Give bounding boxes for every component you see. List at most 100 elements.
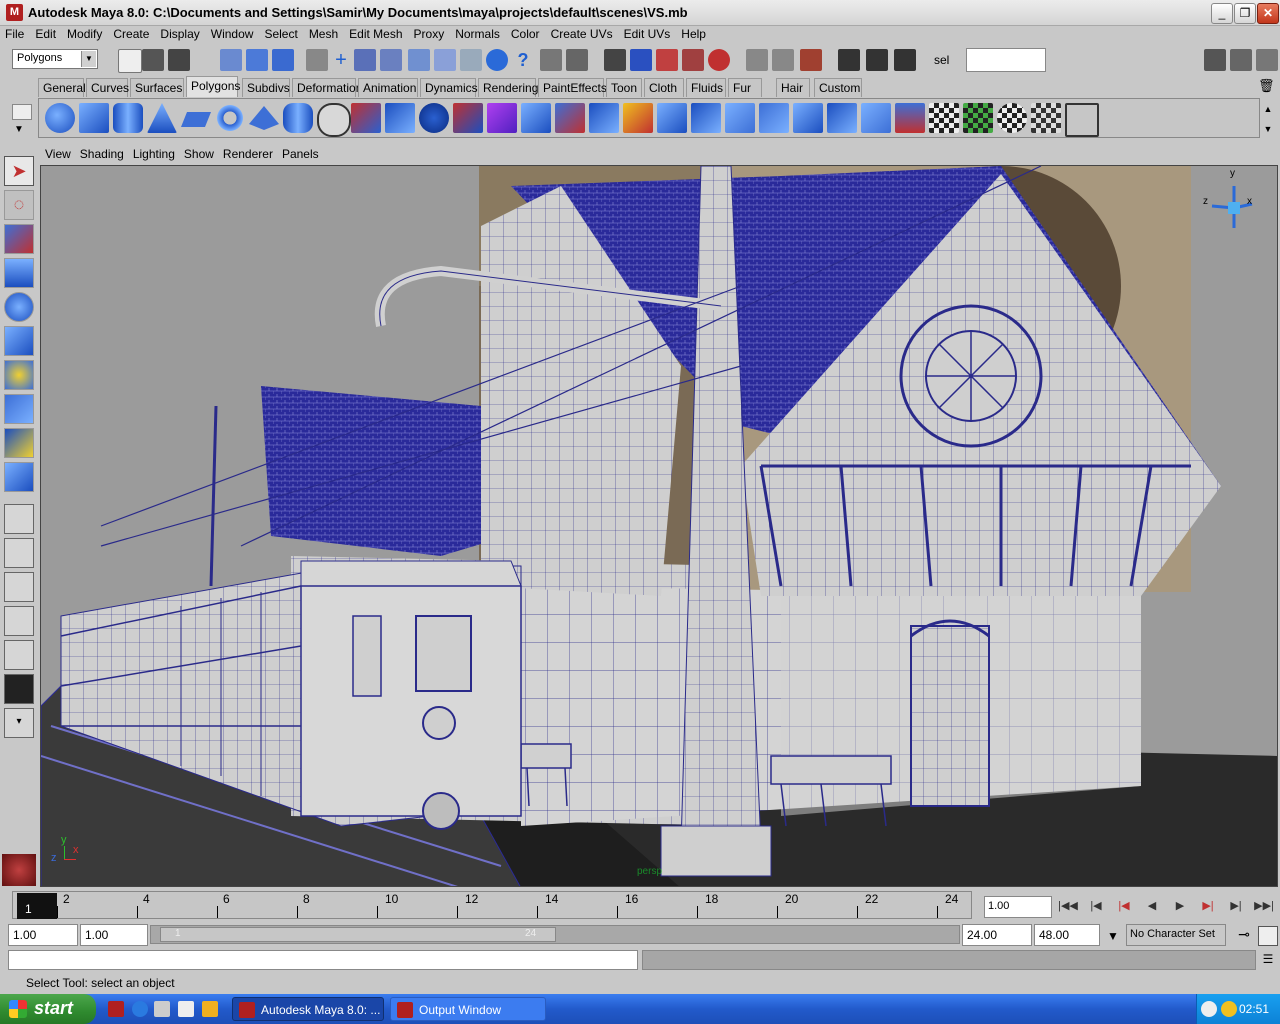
append-polygon-icon[interactable] [589,103,619,133]
offset-edge-loop-icon[interactable] [691,103,721,133]
viewport-menu-lighting[interactable]: Lighting [128,145,179,161]
quicklaunch-desktop-icon[interactable] [178,1001,194,1017]
menu-window[interactable]: Window [206,26,260,41]
tab-custom[interactable]: Custom [814,78,862,97]
script-editor-icon[interactable]: ☰ [1260,952,1276,968]
chevron-down-icon[interactable]: ▼ [1102,926,1124,946]
select-tool-icon[interactable]: ➤ [4,156,34,186]
selection-mask-icon[interactable] [566,49,588,71]
selection-input[interactable] [966,48,1046,72]
playback-start-field[interactable]: 1.00 [80,924,148,946]
save-scene-icon[interactable] [168,49,190,71]
bevel-icon[interactable] [827,103,857,133]
quicklaunch-app-icon[interactable] [202,1001,218,1017]
menu-help[interactable]: Help [676,26,712,41]
menu-file[interactable]: File [0,26,30,41]
snap-surface-icon[interactable] [434,49,456,71]
new-scene-icon[interactable] [118,49,142,73]
select-object-icon[interactable] [246,49,268,71]
step-back-frame-icon[interactable]: |◀ [1084,896,1108,916]
history-icon[interactable] [460,49,482,71]
menu-set-dropdown[interactable]: Polygons ▼ [12,49,98,69]
poke-icon[interactable] [895,103,925,133]
layout-options-arrow-icon[interactable]: ▾ [4,708,34,738]
viewport-menu-panels[interactable]: Panels [277,145,323,161]
tab-general[interactable]: General [38,78,86,97]
menu-normals[interactable]: Normals [450,26,506,41]
soft-modification-icon[interactable] [4,394,34,424]
cut-faces-icon[interactable] [725,103,755,133]
poly-prism-icon[interactable] [249,106,279,130]
tray-expand-icon[interactable] [1201,1001,1217,1017]
lock-icon[interactable] [540,49,562,71]
viewport-menu-shading[interactable]: Shading [75,145,128,161]
tab-cloth[interactable]: Cloth [644,78,684,97]
show-manipulator-icon[interactable] [4,428,34,458]
end-time-field[interactable]: 48.00 [1034,924,1100,946]
menu-create[interactable]: Create [108,26,155,41]
tab-toon[interactable]: Toon [606,78,642,97]
character-set-dropdown[interactable]: No Character Set [1126,924,1226,946]
input-ops-icon[interactable] [746,49,768,71]
shelf-scroll-arrows[interactable]: ▲ ▼ [1262,104,1274,134]
boolean-difference-icon[interactable] [453,103,483,133]
current-frame-marker[interactable]: 1 [17,893,57,919]
open-scene-icon[interactable] [142,49,164,71]
menu-edit[interactable]: Edit [30,26,62,41]
command-line-input[interactable] [8,950,638,970]
snap-view-icon[interactable] [408,49,430,71]
poly-pipe-icon[interactable] [283,103,313,133]
go-to-end-icon[interactable]: ▶▶| [1252,896,1276,916]
record-icon[interactable] [708,49,730,71]
tray-network-icon[interactable] [1221,1001,1237,1017]
move-tool-icon[interactable] [4,258,34,288]
cylindrical-map-icon[interactable] [963,103,993,133]
combine-icon[interactable] [351,103,381,133]
close-button[interactable]: ✕ [1257,3,1279,24]
poly-torus-icon[interactable] [215,103,245,133]
trash-icon[interactable]: 🗑 [1258,78,1275,94]
quicklaunch-maya-icon[interactable] [108,1001,124,1017]
four-view-layout-icon[interactable] [4,538,34,568]
task-maya[interactable]: Autodesk Maya 8.0: ... [232,997,384,1021]
poly-sphere-icon[interactable] [45,103,75,133]
output-ops-icon[interactable] [772,49,794,71]
rotate-tool-icon[interactable] [4,292,34,322]
auto-key-icon[interactable]: ⊸ [1232,926,1256,946]
viewport-menu-renderer[interactable]: Renderer [218,145,277,161]
time-slider[interactable]: 2 4 6 8 10 12 14 16 18 20 22 24 [12,891,972,919]
poly-plane-icon[interactable] [181,112,211,127]
menu-edit-mesh[interactable]: Edit Mesh [344,26,408,41]
menu-proxy[interactable]: Proxy [409,26,451,41]
start-button[interactable]: start [0,994,96,1024]
last-tool-icon[interactable] [4,462,34,492]
playback-end-field[interactable]: 24.00 [962,924,1032,946]
maximize-button[interactable]: ❐ [1234,3,1256,24]
persp-hypershade-layout-icon[interactable] [4,674,34,704]
tab-rendering[interactable]: Rendering [478,78,538,97]
start-time-field[interactable]: 1.00 [8,924,78,946]
merge-icon[interactable] [759,103,789,133]
extrude-icon[interactable] [521,103,551,133]
render-current-icon[interactable] [866,49,888,71]
smooth-icon[interactable] [487,103,517,133]
plus-icon[interactable]: + [330,49,352,71]
snap-curve-icon[interactable] [354,49,376,71]
play-backwards-icon[interactable]: ◀ [1140,896,1164,916]
wedge-icon[interactable] [861,103,891,133]
collapse-icon[interactable] [793,103,823,133]
tab-fur[interactable]: Fur [728,78,762,97]
go-to-start-icon[interactable]: |◀◀ [1056,896,1080,916]
render-icon[interactable] [604,49,626,71]
quicklaunch-ie-icon[interactable] [132,1001,148,1017]
shelf-menu-icon[interactable] [12,104,32,120]
scale-tool-icon[interactable] [4,326,34,356]
persp-outliner-layout-icon[interactable] [4,572,34,602]
paint-select-tool-icon[interactable] [4,224,34,254]
channel-box-icon[interactable] [1256,49,1278,71]
poly-cylinder-icon[interactable] [113,103,143,133]
viewport-menu-view[interactable]: View [40,145,75,161]
tab-dynamics[interactable]: Dynamics [420,78,478,97]
uv-texture-editor-icon[interactable] [1065,103,1099,137]
step-forward-key-icon[interactable]: ▶| [1196,896,1220,916]
